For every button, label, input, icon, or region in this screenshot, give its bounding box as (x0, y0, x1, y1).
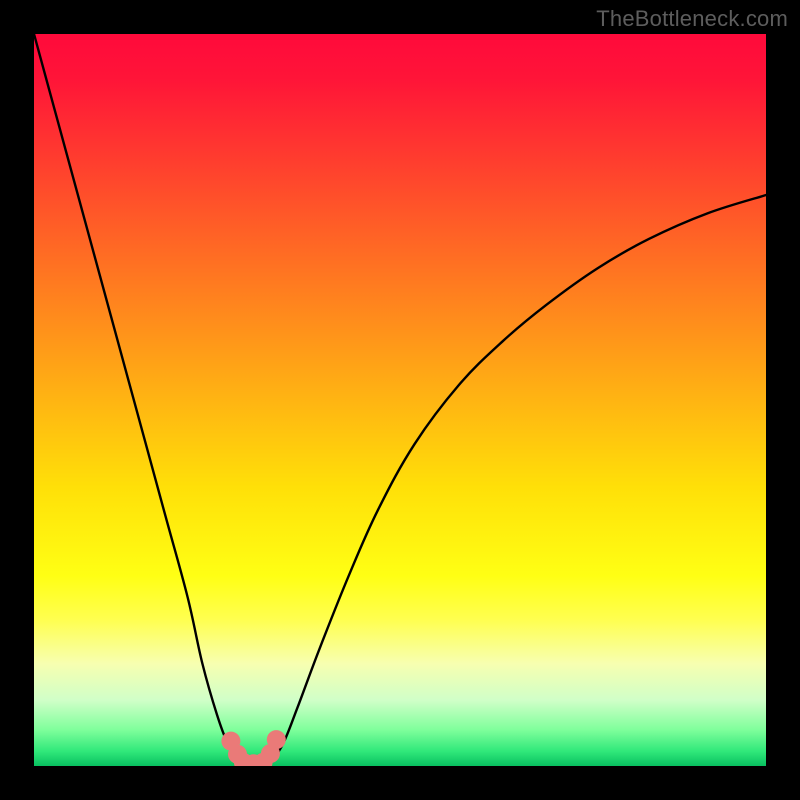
marker-group (221, 730, 285, 766)
curve-left (34, 34, 246, 766)
chart-svg (34, 34, 766, 766)
curve-right (268, 195, 766, 766)
marker-dot (267, 730, 286, 749)
plot-area (34, 34, 766, 766)
watermark-text: TheBottleneck.com (596, 6, 788, 32)
outer-frame: TheBottleneck.com (0, 0, 800, 800)
